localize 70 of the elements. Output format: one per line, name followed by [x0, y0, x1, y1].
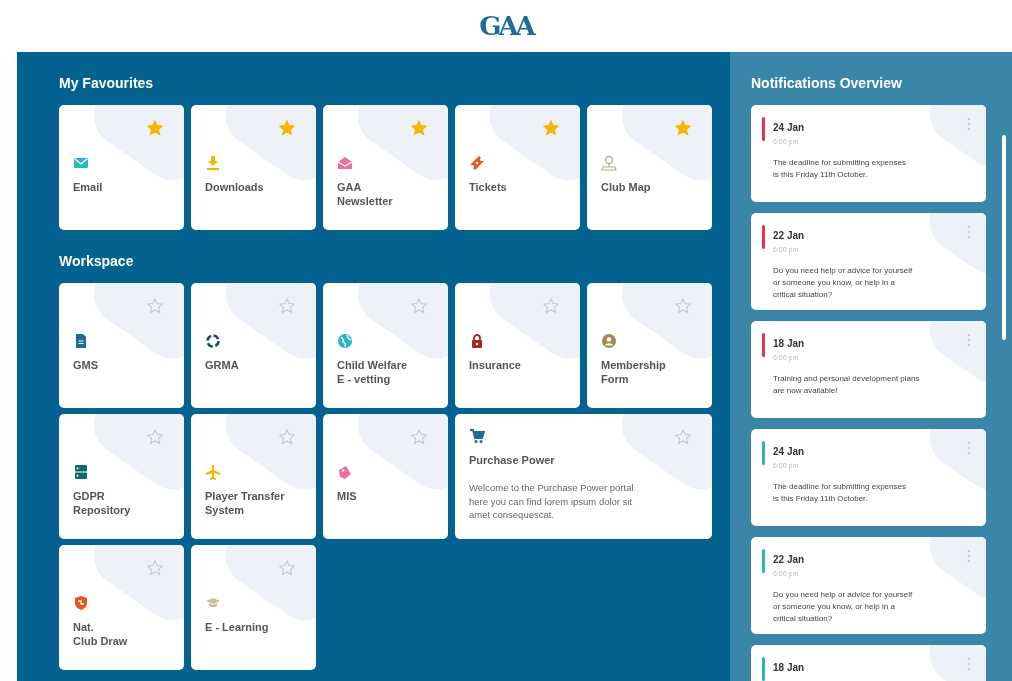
- star-button[interactable]: [674, 119, 692, 137]
- notification-date: 18 Jan: [773, 662, 805, 673]
- star-button[interactable]: [410, 428, 428, 446]
- star-button[interactable]: [146, 119, 164, 137]
- tag-icon: [337, 464, 353, 480]
- more-icon[interactable]: [966, 549, 972, 563]
- tile-label: MIS: [337, 489, 357, 503]
- notification-date: 24 Jan: [773, 446, 805, 457]
- mail-icon: [73, 155, 89, 171]
- tile-label: E - Learning: [205, 620, 269, 634]
- notification-text: Do you need help or advice for yourself or someone you know, or help in a critical situation?: [773, 589, 913, 625]
- tile-label: GDPR Repository: [73, 489, 131, 517]
- notification-text: The deadline for submitting expenses is this Friday 11th October.: [773, 157, 906, 181]
- star-button[interactable]: [278, 428, 296, 446]
- tile-label: Player Transfer System: [205, 489, 285, 517]
- document-icon: [73, 333, 89, 349]
- globe-icon: [337, 333, 353, 349]
- section-title: My Favourites: [59, 75, 154, 91]
- envelope-icon: [337, 155, 353, 171]
- tile-label: GRMA: [205, 358, 239, 372]
- ring-icon: [205, 333, 221, 349]
- tile-label: Club Map: [601, 180, 651, 194]
- star-button[interactable]: [410, 119, 428, 137]
- tile-label: Child Welfare E - vetting: [337, 358, 408, 386]
- tile-label: Email: [73, 180, 103, 194]
- shield-icon: [73, 595, 89, 611]
- user-icon: [601, 333, 617, 349]
- server-icon: [73, 464, 89, 480]
- tile-label: GAA Newsletter: [337, 180, 393, 208]
- section-title: Workspace: [59, 253, 134, 269]
- plane-icon: [205, 464, 221, 480]
- notification-text: Do you need help or advice for yourself or someone you know, or help in a critical situation?: [773, 265, 913, 301]
- more-icon[interactable]: [966, 117, 972, 131]
- notification-text: The deadline for submitting expenses is this Friday 11th October.: [773, 481, 906, 505]
- notification-date: 22 Jan: [773, 554, 805, 565]
- tile-title: Purchase Power: [469, 453, 555, 467]
- tile-label: Nat. Club Draw: [73, 620, 128, 648]
- cart-icon: [469, 428, 485, 444]
- star-button[interactable]: [146, 428, 164, 446]
- scrollbar[interactable]: [1002, 135, 1006, 340]
- download-icon: [205, 155, 221, 171]
- map-pin-icon: [601, 155, 617, 171]
- tile-label: Tickets: [469, 180, 507, 194]
- star-button[interactable]: [542, 297, 560, 315]
- star-button[interactable]: [146, 297, 164, 315]
- more-icon[interactable]: [966, 333, 972, 347]
- more-icon[interactable]: [966, 657, 972, 671]
- star-button[interactable]: [410, 297, 428, 315]
- star-button[interactable]: [542, 119, 560, 137]
- logo[interactable]: GAA: [479, 11, 533, 41]
- tile-description: Welcome to the Purchase Power portal here you can find lorem ipsum dolor sit amet consequescat.: [469, 481, 634, 522]
- notification-date: 24 Jan: [773, 122, 805, 133]
- lock-icon: [469, 333, 485, 349]
- more-icon[interactable]: [966, 441, 972, 455]
- star-button[interactable]: [278, 559, 296, 577]
- more-icon[interactable]: [966, 225, 972, 239]
- star-button[interactable]: [278, 297, 296, 315]
- tile-label: Membership Form: [601, 358, 666, 386]
- tile-label: Downloads: [205, 180, 264, 194]
- panel-title: Notifications Overview: [751, 75, 902, 91]
- tile-label: Insurance: [469, 358, 521, 372]
- tile-label: GMS: [73, 358, 99, 372]
- notification-text: Training and personal development plans are now available!: [773, 373, 920, 397]
- star-button[interactable]: [146, 559, 164, 577]
- ticket-icon: [469, 155, 485, 171]
- star-button[interactable]: [278, 119, 296, 137]
- star-button[interactable]: [674, 297, 692, 315]
- notification-date: 22 Jan: [773, 230, 805, 241]
- notification-date: 18 Jan: [773, 338, 805, 349]
- star-button[interactable]: [674, 428, 692, 446]
